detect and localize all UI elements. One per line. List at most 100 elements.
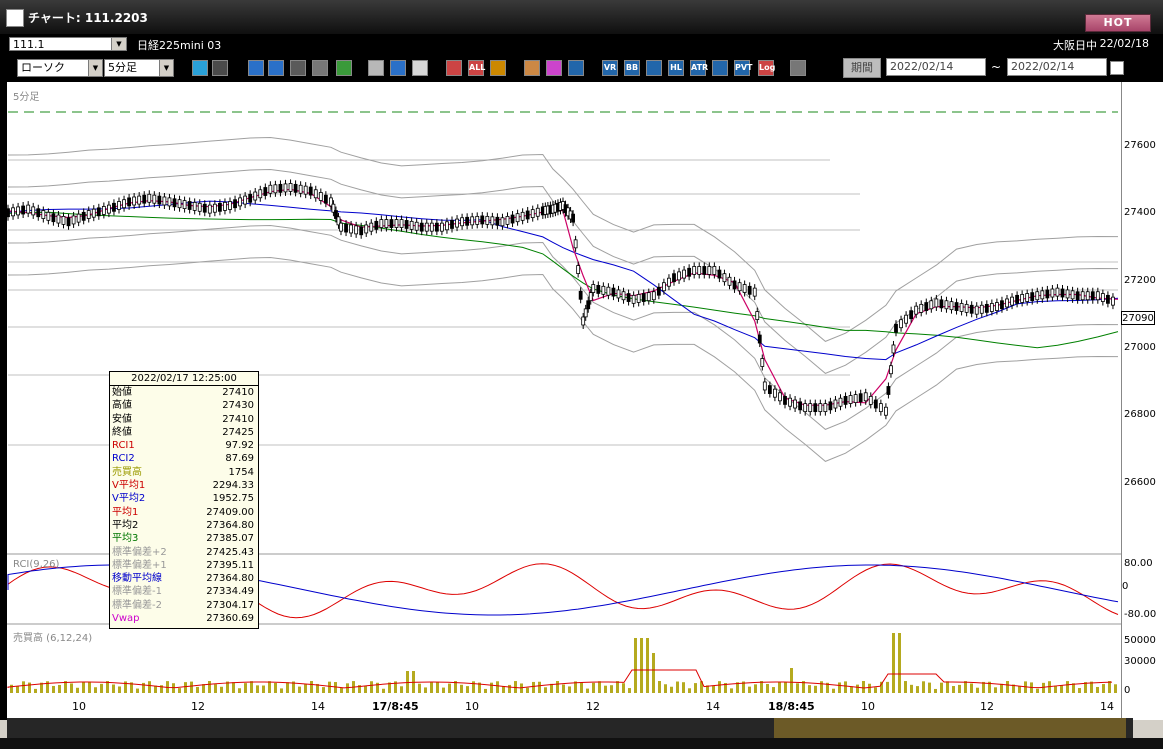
candle-body (891, 344, 896, 354)
time-tick-label: 18/8:45 (768, 700, 815, 713)
info-key: RCI1 (112, 440, 135, 452)
volume-bar (460, 684, 463, 693)
candle-body (853, 394, 858, 404)
volume-bar (652, 653, 655, 693)
candle-body (399, 219, 404, 228)
candle-body (848, 395, 853, 404)
volume-bar (214, 684, 217, 693)
candle-body (757, 334, 762, 344)
volume-bar (22, 681, 25, 693)
candle-body (712, 266, 717, 275)
candle-body (263, 187, 268, 196)
volume-bar (856, 684, 859, 693)
candle-body (727, 276, 732, 286)
candle-body (969, 304, 974, 314)
time-tick-label: 12 (586, 700, 600, 713)
info-key: 平均1 (112, 506, 139, 518)
candle-body (364, 224, 369, 234)
candle-body (354, 225, 359, 235)
candle-body (303, 185, 308, 195)
candle-body (172, 198, 177, 208)
candle-body (798, 401, 803, 411)
volume-bar (178, 688, 181, 693)
info-key: 始値 (112, 387, 132, 398)
volume-bar (310, 681, 313, 693)
volume-bar (466, 686, 469, 693)
candle-body (298, 184, 303, 194)
info-value: 27360.69 (206, 613, 254, 625)
scrollbar-thumb[interactable] (774, 718, 1126, 738)
candle-body (1095, 291, 1100, 301)
candle-body (889, 365, 893, 375)
candle-body (894, 323, 898, 333)
candle-body (803, 403, 808, 413)
volume-bar (220, 686, 223, 693)
candle-body (742, 284, 747, 293)
info-value: 27385.07 (206, 533, 254, 545)
volume-bar (796, 683, 799, 693)
candle-body (959, 303, 964, 312)
candle-body (323, 194, 328, 204)
volume-bar (928, 682, 931, 693)
volume-bar (322, 687, 325, 693)
volume-bar (1006, 681, 1009, 693)
volume-bar (1102, 684, 1105, 693)
volume-bar (346, 683, 349, 693)
candle-body (434, 222, 439, 232)
volume-bar (382, 688, 385, 693)
candle-body (747, 285, 752, 295)
volume-bar (994, 687, 997, 693)
candle-body (904, 314, 908, 324)
volume-bar (838, 682, 841, 693)
volume-bar (898, 633, 901, 693)
candle-body (96, 207, 101, 217)
info-value: 27425.43 (206, 546, 254, 558)
time-tick-label: 10 (861, 700, 875, 713)
time-tick-label: 12 (191, 700, 205, 713)
candle-body (1100, 293, 1105, 302)
price-tick-label: 27600 (1124, 140, 1156, 151)
candle-body (101, 206, 106, 215)
candle-body (626, 293, 631, 302)
volume-bar (592, 682, 595, 693)
candle-body (31, 206, 36, 216)
candle-body (631, 294, 636, 304)
interval-label: 5分足 (13, 92, 40, 103)
price-tick-label: 27400 (1124, 207, 1156, 218)
candle-body (122, 199, 126, 209)
candle-body (515, 213, 520, 223)
info-row: V平均1 2294.33 (110, 479, 258, 492)
volume-bar (1036, 688, 1039, 693)
candle-body (46, 211, 51, 221)
info-row: 平均1 27409.00 (110, 506, 258, 519)
candle-body (677, 271, 681, 281)
info-value: 27410 (222, 413, 254, 425)
candle-body (465, 216, 470, 226)
candle-body (248, 193, 253, 203)
candle-body (429, 222, 434, 232)
candle-body (868, 396, 873, 405)
volume-bar (778, 681, 781, 693)
time-tick-label: 17/8:45 (372, 700, 419, 713)
candle-body (369, 222, 374, 232)
volume-bar (1108, 681, 1111, 693)
info-key: 標準偏差-1 (112, 586, 162, 598)
volume-bar (568, 686, 571, 693)
info-key: RCI2 (112, 453, 135, 465)
info-value: 27410 (222, 387, 254, 398)
candle-body (944, 300, 949, 310)
candle-body (702, 266, 707, 275)
candle-body (495, 216, 500, 226)
volume-bar (418, 683, 421, 693)
volume-tick-label: 30000 (1124, 656, 1156, 667)
candle-body (344, 223, 348, 233)
volume-bar (136, 688, 139, 693)
volume-bar (442, 687, 445, 693)
volume-bar (202, 684, 205, 693)
candle-body (914, 305, 919, 315)
candle-body (606, 286, 611, 296)
volume-bar (958, 684, 961, 693)
candle-body (571, 213, 575, 223)
candle-body (672, 273, 676, 283)
candle-body (682, 269, 686, 279)
